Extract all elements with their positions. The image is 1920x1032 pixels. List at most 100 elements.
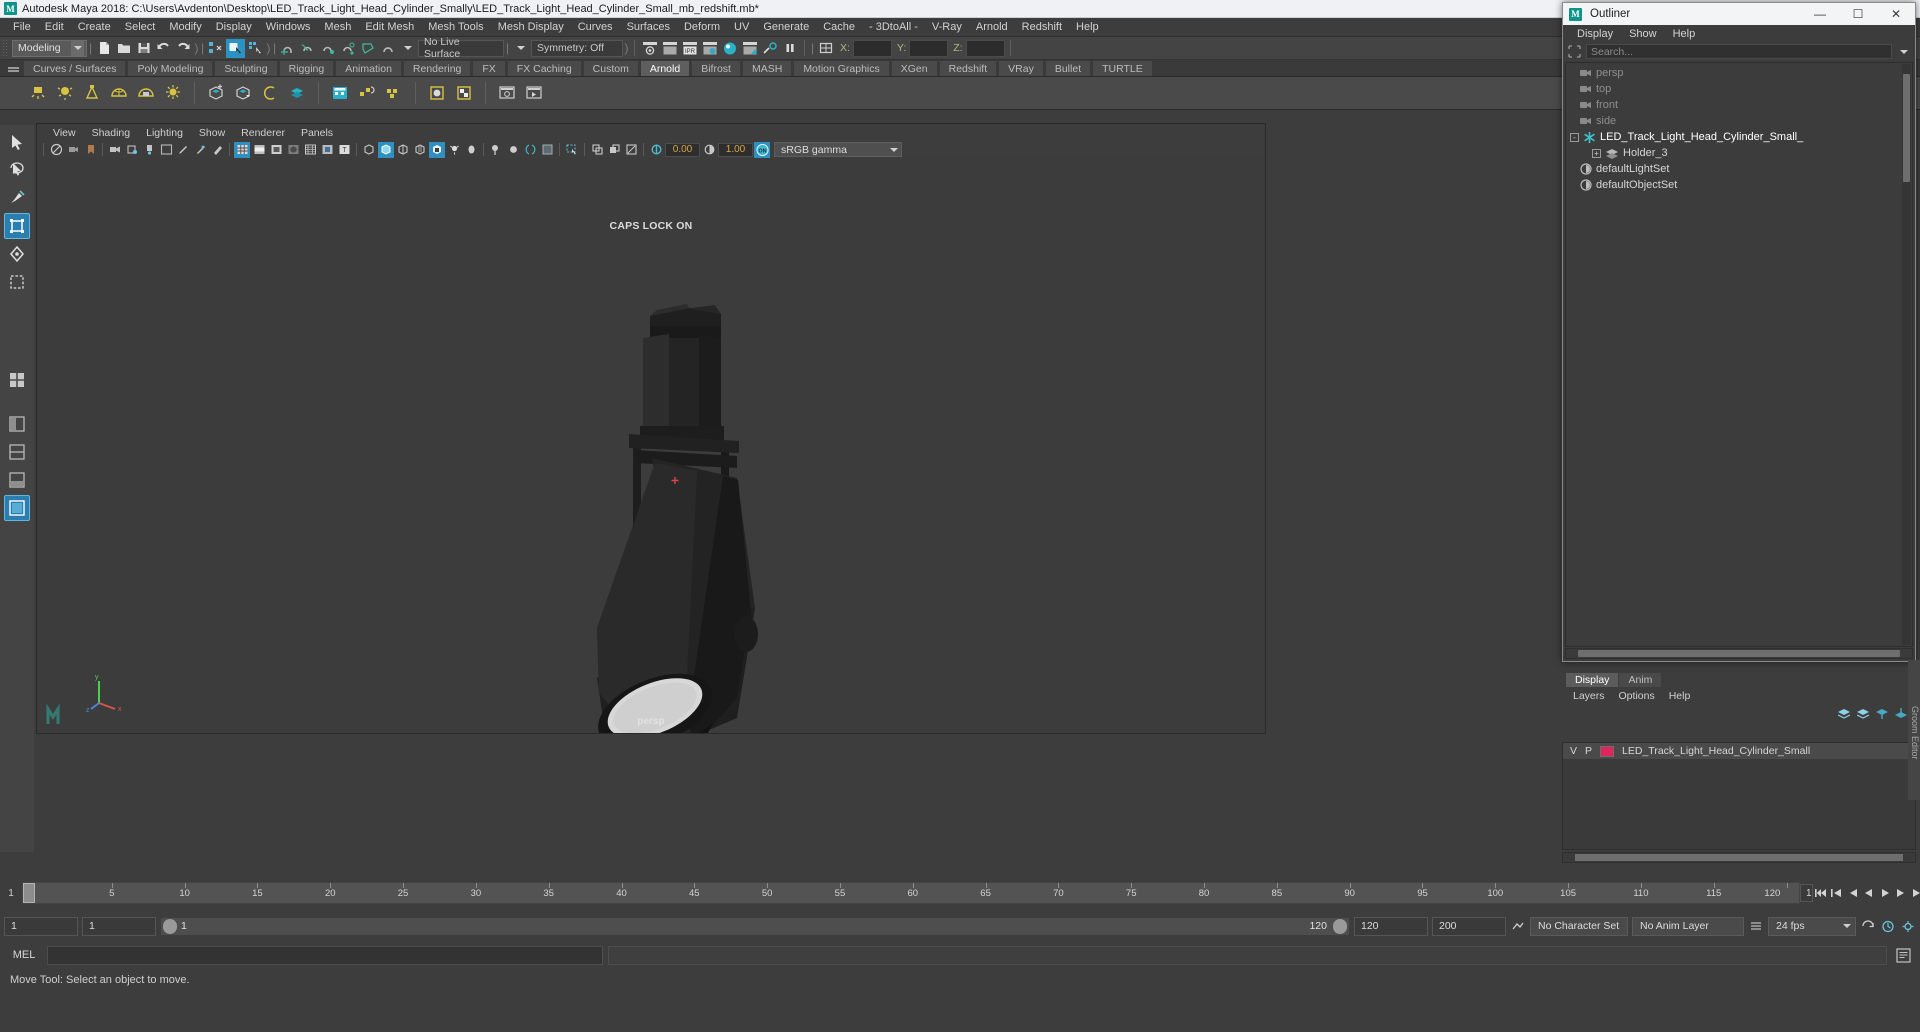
chevron-down-icon[interactable] (1843, 924, 1851, 928)
maximize-button[interactable]: ☐ (1839, 3, 1877, 25)
shadows-icon[interactable] (319, 142, 335, 158)
shelf-tab-animation[interactable]: Animation (335, 60, 402, 76)
pencil-icon[interactable] (175, 142, 191, 158)
step-back-key-icon[interactable] (1829, 884, 1845, 902)
tool-box[interactable] (0, 125, 34, 852)
menu-item-curves[interactable]: Curves (571, 18, 620, 37)
layer-menu-options[interactable]: Options (1612, 690, 1662, 702)
outliner-search-input[interactable]: Search... (1586, 44, 1892, 59)
outliner-menu-display[interactable]: Display (1569, 28, 1621, 40)
command-output-field[interactable] (608, 945, 1887, 965)
range-bar[interactable]: 1 120 (160, 916, 1350, 936)
render-current-frame-icon[interactable] (640, 39, 659, 58)
menu-item-modify[interactable]: Modify (162, 18, 208, 37)
shelf-tab-redshift[interactable]: Redshift (938, 60, 998, 76)
animation-start-field[interactable]: 1 (4, 916, 78, 936)
arnold-checker-icon[interactable] (452, 81, 476, 105)
eraser-icon[interactable] (209, 142, 225, 158)
exposure-field[interactable]: 0.00 (665, 142, 700, 157)
scrollbar-thumb[interactable] (1578, 650, 1900, 657)
render-settings-icon[interactable] (700, 39, 719, 58)
layer-editor-menu[interactable]: Layers Options Help (1562, 687, 1916, 704)
move-tool-button[interactable] (4, 213, 30, 239)
viewport-tool-bar[interactable]: T 0.00 1.00 ON sRGB gamma (37, 141, 1265, 158)
gamma-icon[interactable] (701, 142, 717, 158)
shelf-tab-curves-surfaces[interactable]: Curves / Surfaces (23, 60, 127, 76)
menu-item-edit-mesh[interactable]: Edit Mesh (358, 18, 421, 37)
outliner-item-persp[interactable]: persp (1566, 65, 1912, 81)
time-slider[interactable]: 1 5 10 15 20 25 30 35 40 45 50 55 60 65 … (0, 880, 1920, 906)
menu-item-create[interactable]: Create (71, 18, 118, 37)
menu-item-uv[interactable]: UV (727, 18, 756, 37)
persp-graph-layout-button[interactable] (4, 439, 30, 465)
y-coordinate-field[interactable] (909, 39, 949, 57)
color-space-selector[interactable]: sRGB gamma (774, 142, 902, 157)
range-start-field[interactable]: 1 (82, 916, 156, 936)
marquee-select-icon[interactable] (564, 142, 580, 158)
screen-space-ao-icon[interactable]: T (336, 142, 352, 158)
menu-item-edit[interactable]: Edit (38, 18, 71, 37)
bookmark-icon[interactable] (82, 142, 98, 158)
snap-to-point-icon[interactable] (318, 39, 337, 58)
grid-toggle-icon[interactable] (539, 142, 555, 158)
shelf-tab-motion-graphics[interactable]: Motion Graphics (793, 60, 890, 76)
menu-item-windows[interactable]: Windows (259, 18, 318, 37)
smooth-shade-all-icon[interactable] (251, 142, 267, 158)
playback-speed-field[interactable]: 24 fps (1768, 916, 1856, 936)
shelf-tab-rendering[interactable]: Rendering (402, 60, 472, 76)
viewport-menu-show[interactable]: Show (191, 127, 233, 139)
select-component-icon[interactable] (246, 39, 265, 58)
close-button[interactable]: ✕ (1877, 3, 1915, 25)
z-coordinate-field[interactable] (965, 39, 1005, 57)
isolate-select-icon[interactable] (488, 142, 504, 158)
wireframe-shading-icon[interactable] (234, 141, 250, 158)
range-end-field[interactable]: 120 (1354, 916, 1428, 936)
chevron-down-icon[interactable] (890, 147, 898, 152)
arnold-flush-cache-icon[interactable] (382, 81, 406, 105)
menu-item-mesh[interactable]: Mesh (317, 18, 358, 37)
snap-to-grid-icon[interactable] (278, 39, 297, 58)
menu-item-cache[interactable]: Cache (816, 18, 862, 37)
play-backwards-icon[interactable] (1861, 884, 1877, 902)
persp-view-layout-button[interactable] (4, 495, 30, 521)
shelf-tab-poly-modeling[interactable]: Poly Modeling (127, 60, 214, 76)
arnold-export-standin-icon[interactable] (231, 81, 255, 105)
open-scene-icon[interactable] (114, 39, 133, 58)
viewport-menu-bar[interactable]: View Shading Lighting Show Renderer Pane… (37, 124, 1265, 141)
camera-attributes-icon[interactable] (65, 142, 81, 158)
two-d-pan-zoom-icon[interactable] (124, 142, 140, 158)
layer-horizontal-scrollbar[interactable] (1562, 852, 1916, 863)
render-view-icon[interactable] (740, 39, 759, 58)
expand-expander[interactable]: + (1592, 148, 1601, 158)
use-all-lights-icon[interactable] (302, 142, 318, 158)
four-view-layout-button[interactable] (4, 367, 30, 393)
shelf-tab-rigging[interactable]: Rigging (278, 60, 335, 76)
chevron-down-icon[interactable] (71, 40, 84, 56)
collapse-expander[interactable]: - (1570, 132, 1579, 142)
select-hierarchy-icon[interactable] (206, 39, 225, 58)
color-management-toggle-icon[interactable]: ON (754, 141, 770, 158)
undo-icon[interactable] (154, 39, 173, 58)
menu-item-deform[interactable]: Deform (677, 18, 727, 37)
default-material-icon[interactable] (412, 142, 428, 158)
hypershade-icon[interactable] (720, 39, 739, 58)
layer-row[interactable]: V P LED_Track_Light_Head_Cylinder_Small (1563, 743, 1915, 759)
save-scene-icon[interactable] (134, 39, 153, 58)
shaded-icon[interactable] (268, 142, 284, 158)
shelf-tab-mash[interactable]: MASH (741, 60, 793, 76)
snapshot-icon[interactable] (623, 142, 639, 158)
outliner-window[interactable]: M Outliner — ☐ ✕ Display Show Help Searc… (1562, 2, 1916, 662)
arnold-physical-sky-icon[interactable] (161, 81, 185, 105)
arnold-skydome-light-icon[interactable] (107, 81, 131, 105)
outliner-tree[interactable]: persp top front side - LED_Track_Light_H… (1565, 62, 1913, 647)
command-language-label[interactable]: MEL (6, 949, 42, 961)
layer-playback-toggle[interactable]: P (1585, 745, 1592, 757)
viewport-menu-renderer[interactable]: Renderer (233, 127, 293, 139)
menu-item-help[interactable]: Help (1069, 18, 1106, 37)
ipr-render-icon[interactable]: IPR (680, 39, 699, 58)
play-forwards-icon[interactable] (1877, 884, 1893, 902)
arnold-light-manager-icon[interactable] (355, 81, 379, 105)
shelf-tab-fx[interactable]: FX (472, 60, 506, 76)
outliner-menu-bar[interactable]: Display Show Help (1563, 25, 1915, 43)
animation-cycle-icon[interactable] (1860, 917, 1876, 935)
